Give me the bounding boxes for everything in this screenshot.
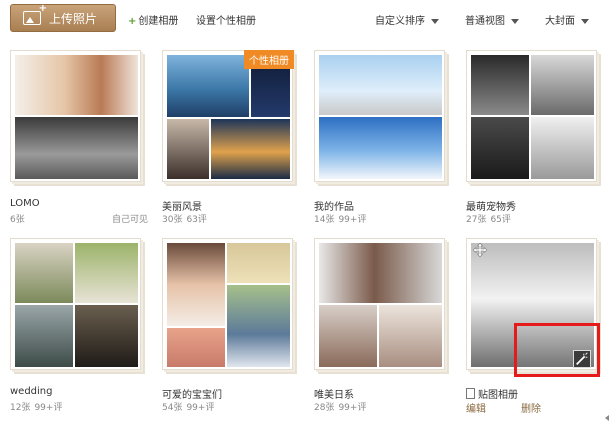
checkbox-icon[interactable] — [466, 388, 475, 399]
album-cover[interactable] — [314, 50, 445, 182]
cover-photo — [211, 119, 290, 179]
cover-photo — [531, 117, 594, 179]
cover-photo — [15, 117, 138, 179]
cover-photo — [471, 55, 529, 115]
album-cover[interactable] — [10, 238, 141, 370]
highlight-box — [514, 323, 600, 377]
album-meta: 6张 — [10, 212, 25, 225]
album-card[interactable]: 唯美日系 28张 99+评 — [314, 238, 452, 418]
cover-photo — [471, 117, 529, 179]
photo-count: 6张 — [10, 215, 25, 225]
sticker-album-label-row: 贴图相册 — [466, 386, 518, 401]
album-cover[interactable] — [10, 50, 141, 182]
sort-label: 自定义排序 — [375, 16, 425, 27]
move-icon[interactable] — [473, 243, 487, 257]
album-card[interactable]: 个性相册 美丽风景 30张 63评 — [162, 50, 300, 230]
album-card[interactable]: LOMO 6张 自己可见 — [10, 50, 148, 230]
comment-count: 99+评 — [186, 403, 215, 413]
photo-count: 27张 — [466, 215, 487, 225]
view-label: 普通视图 — [465, 16, 505, 27]
view-dropdown[interactable]: 普通视图 — [465, 12, 519, 27]
cover-photo — [227, 243, 290, 283]
cover-photo — [319, 305, 377, 367]
cover-photo — [15, 305, 73, 367]
comment-count: 65评 — [490, 215, 511, 225]
album-cover[interactable] — [314, 238, 445, 370]
create-album-label: 创建相册 — [138, 16, 179, 27]
cover-photo — [15, 55, 138, 115]
album-meta: 54张 99+评 — [162, 400, 214, 413]
album-cover[interactable]: 个性相册 — [162, 50, 294, 182]
cover-size-dropdown[interactable]: 大封面 — [545, 12, 589, 27]
cover-photo — [167, 119, 209, 179]
album-name[interactable]: wedding — [10, 386, 53, 397]
album-name[interactable]: 最萌宠物秀 — [466, 198, 516, 213]
upload-label: 上传照片 — [49, 11, 98, 26]
cover-photo — [167, 328, 225, 367]
personal-album-badge: 个性相册 — [244, 50, 294, 69]
cover-photo — [167, 55, 249, 117]
magic-wand-icon[interactable] — [573, 350, 591, 368]
album-card[interactable]: 最萌宠物秀 27张 65评 — [466, 50, 604, 230]
album-name[interactable]: 我的作品 — [314, 198, 354, 213]
album-name[interactable]: 唯美日系 — [314, 386, 354, 401]
comment-count: 99+评 — [338, 403, 367, 413]
comment-count: 99+评 — [34, 403, 63, 413]
caret-down-icon — [581, 18, 589, 24]
plus-icon: + — [128, 16, 137, 27]
cover-photo — [167, 243, 225, 326]
upload-photos-button[interactable]: 上传照片 — [10, 3, 116, 32]
album-meta: 28张 99+评 — [314, 400, 366, 413]
photo-count: 28张 — [314, 403, 335, 413]
sort-dropdown[interactable]: 自定义排序 — [375, 12, 439, 27]
album-toolbar: 上传照片 +创建相册 设置个性相册 自定义排序 普通视图 大封面 — [0, 0, 611, 38]
caret-down-icon — [431, 18, 439, 24]
album-cover[interactable] — [466, 238, 600, 377]
comment-count: 99+评 — [338, 215, 367, 225]
cover-photo — [75, 305, 138, 367]
upload-photo-icon — [23, 3, 47, 25]
album-name[interactable]: 美丽风景 — [162, 198, 202, 213]
cover-photo — [319, 117, 442, 179]
scroll-caret-icon[interactable] — [605, 415, 609, 421]
edit-link[interactable]: 编辑 — [466, 400, 486, 415]
album-cover[interactable] — [162, 238, 293, 370]
photo-count: 30张 — [162, 215, 183, 225]
cover-label: 大封面 — [545, 16, 575, 27]
create-album-link[interactable]: + 创建相册 — [128, 12, 178, 27]
album-card[interactable]: 可爱的宝宝们 54张 99+评 — [162, 238, 300, 418]
personal-album-link[interactable]: 设置个性相册 — [196, 12, 256, 27]
cover-photo — [227, 285, 290, 367]
cover-photo — [319, 55, 442, 115]
album-name[interactable]: 贴图相册 — [478, 386, 518, 401]
album-meta: 27张 65评 — [466, 212, 511, 225]
album-card[interactable]: wedding 12张 99+评 — [10, 238, 148, 418]
album-permission: 自己可见 — [111, 215, 148, 225]
album-card-sticker[interactable]: 贴图相册 编辑 删除 — [466, 238, 604, 418]
cover-photo — [15, 243, 73, 303]
cover-photo — [531, 55, 594, 115]
cover-photo — [75, 243, 138, 303]
album-name[interactable]: 可爱的宝宝们 — [162, 386, 222, 401]
photo-count: 14张 — [314, 215, 335, 225]
cover-photo — [379, 305, 442, 367]
album-name[interactable]: LOMO — [10, 198, 40, 209]
album-card[interactable]: 我的作品 14张 99+评 — [314, 50, 452, 230]
album-meta: 30张 63评 — [162, 212, 207, 225]
album-meta: 12张 99+评 — [10, 400, 62, 413]
photo-count: 12张 — [10, 403, 31, 413]
caret-down-icon — [511, 18, 519, 24]
comment-count: 63评 — [186, 215, 207, 225]
photo-count: 54张 — [162, 403, 183, 413]
album-meta: 14张 99+评 — [314, 212, 366, 225]
album-cover[interactable] — [466, 50, 597, 182]
cover-photo — [319, 243, 442, 303]
delete-link[interactable]: 删除 — [521, 400, 541, 415]
